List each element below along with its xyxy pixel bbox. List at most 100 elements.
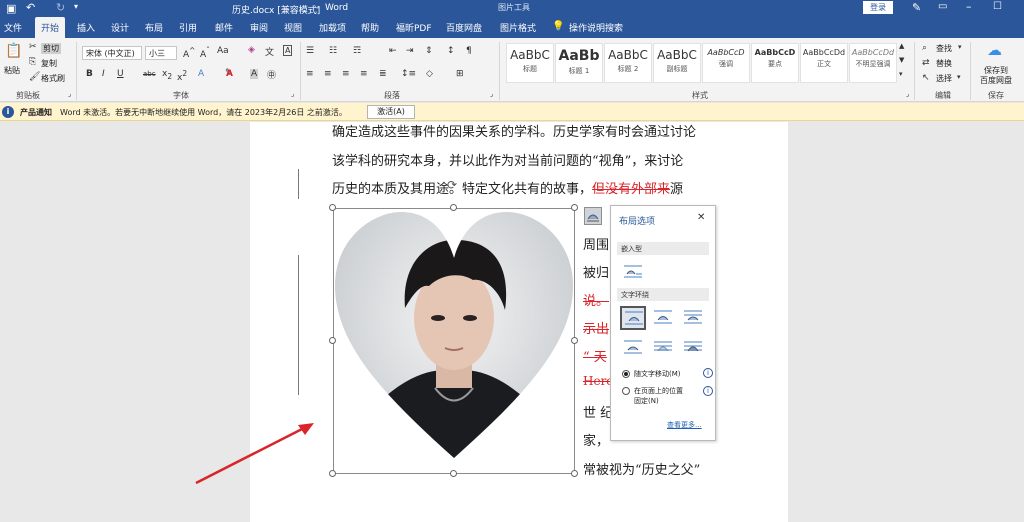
copy-button[interactable]: 复制: [41, 58, 57, 69]
tab-file[interactable]: 文件: [4, 21, 22, 34]
tab-baidu-netdisk[interactable]: 百度网盘: [446, 21, 482, 34]
radio-fix-position[interactable]: [622, 387, 630, 395]
rotate-handle-icon[interactable]: ⟳: [447, 178, 457, 192]
decrease-indent-icon[interactable]: ⇤: [389, 46, 397, 56]
tell-me-search[interactable]: 操作说明搜索: [569, 21, 623, 34]
tab-home[interactable]: 开始: [35, 17, 66, 38]
style-strong[interactable]: AaBbCcD 要点: [751, 43, 799, 83]
info-icon[interactable]: i: [703, 368, 713, 378]
tab-layout[interactable]: 布局: [145, 21, 163, 34]
redo-icon[interactable]: ↻: [56, 1, 65, 14]
tab-view[interactable]: 视图: [284, 21, 302, 34]
see-more-link[interactable]: 查看更多...: [667, 420, 702, 430]
tab-mailings[interactable]: 邮件: [215, 21, 233, 34]
superscript-icon[interactable]: x2: [177, 69, 187, 83]
justify-icon[interactable]: ≡: [360, 69, 368, 79]
show-marks-icon[interactable]: ¶: [466, 46, 472, 56]
save-to-line2[interactable]: 百度网盘: [980, 75, 1012, 86]
sort-icon[interactable]: ↕: [447, 46, 455, 56]
close-icon[interactable]: ✕: [697, 212, 705, 223]
layout-options-button[interactable]: [584, 207, 602, 225]
dialog-launcher-icon[interactable]: ⌟: [490, 90, 493, 98]
underline-icon[interactable]: U: [117, 69, 124, 79]
style-emphasis[interactable]: AaBbCcD 强调: [702, 43, 750, 83]
resize-handle-mr[interactable]: [571, 337, 578, 344]
font-color-icon[interactable]: A: [226, 69, 233, 79]
style-title[interactable]: AaBbC 标题: [506, 43, 554, 83]
login-button[interactable]: 登录: [863, 1, 893, 14]
select-dropdown-icon[interactable]: ▾: [957, 73, 961, 81]
chinese-layout-icon[interactable]: ⇕: [425, 46, 433, 56]
style-subtle-emphasis[interactable]: AaBbCcDd 不明显强调: [849, 43, 897, 83]
multilevel-list-icon[interactable]: ☶: [353, 46, 361, 56]
resize-handle-tm[interactable]: [450, 204, 457, 211]
minimize-icon[interactable]: –: [966, 0, 972, 13]
clear-format-icon[interactable]: ◈: [248, 45, 255, 55]
wrap-tight-icon[interactable]: [653, 309, 673, 325]
style-subtitle[interactable]: AaBbC 副标题: [653, 43, 701, 83]
line-spacing-icon[interactable]: ↕≡: [401, 69, 416, 79]
bold-icon[interactable]: B: [86, 69, 93, 79]
wrap-in-front-icon[interactable]: [683, 339, 703, 355]
heart-picture[interactable]: [333, 208, 575, 474]
shrink-font-icon[interactable]: Aˇ: [200, 46, 210, 60]
wrap-behind-text-icon[interactable]: [653, 339, 673, 355]
cut-button[interactable]: 剪切: [41, 43, 61, 54]
style-heading-1[interactable]: AaBb 标题 1: [555, 43, 603, 83]
style-heading-2[interactable]: AaBbC 标题 2: [604, 43, 652, 83]
paste-icon[interactable]: 📋: [5, 43, 22, 59]
replace-button[interactable]: 替换: [936, 58, 952, 69]
find-dropdown-icon[interactable]: ▾: [958, 43, 962, 51]
char-border-icon[interactable]: A: [283, 45, 293, 56]
borders-icon[interactable]: ⊞: [456, 69, 464, 79]
dialog-launcher-icon[interactable]: ⌟: [291, 90, 294, 98]
distributed-icon[interactable]: ≣: [379, 69, 387, 79]
align-right-icon[interactable]: ≡: [342, 69, 350, 79]
italic-icon[interactable]: I: [102, 69, 105, 79]
phonetic-icon[interactable]: 文: [265, 45, 274, 58]
info-icon[interactable]: i: [703, 386, 713, 396]
text-effects-icon[interactable]: A: [198, 69, 204, 79]
resize-handle-bl[interactable]: [329, 470, 336, 477]
wrap-top-bottom-icon[interactable]: [623, 339, 643, 355]
tab-design[interactable]: 设计: [111, 21, 129, 34]
font-name-select[interactable]: 宋体 (中文正): [82, 46, 142, 60]
font-size-select[interactable]: 小三: [145, 46, 177, 60]
paste-button[interactable]: 粘贴: [4, 65, 20, 76]
styles-scroll-down-icon[interactable]: ▼: [899, 56, 904, 64]
change-case-icon[interactable]: Aa: [217, 46, 229, 56]
radio-move-with-text-label[interactable]: 随文字移动(M): [634, 369, 681, 379]
tab-help[interactable]: 帮助: [361, 21, 379, 34]
wrap-through-icon[interactable]: [683, 309, 703, 325]
bullets-icon[interactable]: ☰: [306, 46, 314, 56]
activate-button[interactable]: 激活(A): [367, 105, 415, 119]
dialog-launcher-icon[interactable]: ⌟: [68, 90, 71, 98]
qat-more-icon[interactable]: ▾: [74, 2, 78, 11]
style-normal[interactable]: AaBbCcDd 正文: [800, 43, 848, 83]
select-button[interactable]: 选择: [936, 73, 952, 84]
wrap-square-icon[interactable]: [620, 306, 646, 330]
tab-addins[interactable]: 加载项: [319, 21, 346, 34]
strikethrough-icon[interactable]: abc: [143, 70, 156, 78]
radio-move-with-text[interactable]: [622, 370, 630, 378]
dialog-launcher-icon[interactable]: ⌟: [906, 90, 909, 98]
ribbon-display-icon[interactable]: ▭: [938, 1, 947, 12]
styles-more-icon[interactable]: ▾: [899, 70, 903, 78]
wrap-inline-icon[interactable]: [623, 263, 643, 279]
align-center-icon[interactable]: ≡: [324, 69, 332, 79]
char-shading-icon[interactable]: A: [250, 69, 259, 79]
resize-handle-bm[interactable]: [450, 470, 457, 477]
undo-icon[interactable]: ↶: [26, 1, 35, 14]
resize-handle-ml[interactable]: [329, 337, 336, 344]
subscript-icon[interactable]: x2: [162, 69, 172, 81]
radio-fix-position-label-2[interactable]: 固定(N): [634, 396, 659, 406]
resize-handle-tr[interactable]: [571, 204, 578, 211]
numbering-icon[interactable]: ☷: [329, 46, 337, 56]
format-painter-button[interactable]: 格式刷: [41, 73, 65, 84]
increase-indent-icon[interactable]: ⇥: [406, 46, 414, 56]
tab-references[interactable]: 引用: [179, 21, 197, 34]
tab-picture-format[interactable]: 图片格式: [500, 21, 536, 34]
align-left-icon[interactable]: ≡: [306, 69, 314, 79]
radio-fix-position-label-1[interactable]: 在页面上的位置: [634, 386, 683, 396]
tab-insert[interactable]: 插入: [77, 21, 95, 34]
